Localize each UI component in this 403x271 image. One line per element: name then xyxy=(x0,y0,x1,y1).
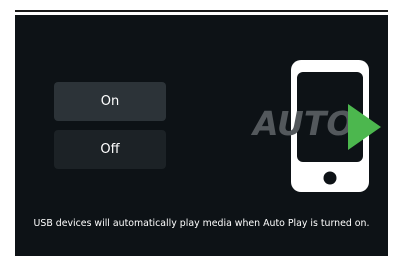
off-button[interactable]: Off xyxy=(54,130,166,169)
auto-play-logo: AUTO xyxy=(245,55,388,201)
on-button-label: On xyxy=(100,94,120,109)
phone-home-button xyxy=(323,171,337,185)
auto-play-phone-icon: AUTO xyxy=(250,60,381,192)
top-divider xyxy=(15,10,388,12)
auto-logo-text: AUTO xyxy=(250,104,354,143)
on-button[interactable]: On xyxy=(54,82,166,121)
off-button-label: Off xyxy=(100,142,120,157)
auto-play-description: USB devices will automatically play medi… xyxy=(33,218,370,229)
auto-play-settings-screen: On Off AUTO USB devices will automatical… xyxy=(15,15,388,256)
